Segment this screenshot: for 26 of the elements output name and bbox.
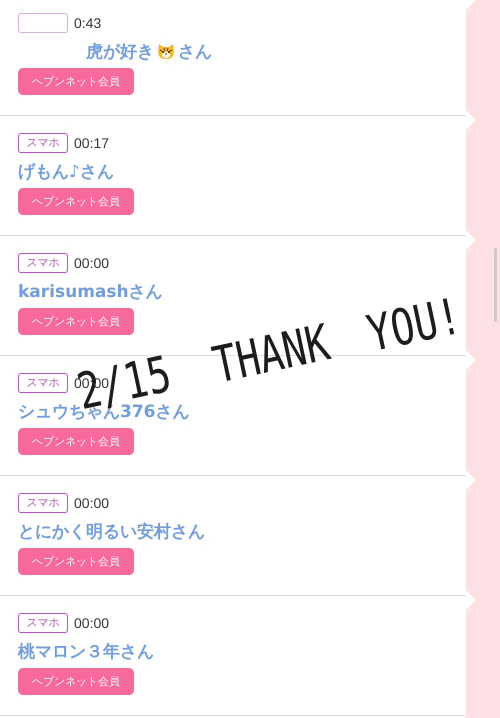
member-badge-button[interactable]: ヘブンネット会員 — [18, 428, 134, 455]
member-badge-button[interactable]: ヘブンネット会員 — [18, 548, 134, 575]
handwritten-word: YOU! — [364, 296, 464, 354]
visitor-name[interactable]: とにかく明るい安村さん — [18, 520, 205, 542]
member-badge-button[interactable]: ヘブンネット会員 — [18, 668, 134, 695]
device-tag: スマホ — [18, 613, 68, 633]
visit-time: 00:00 — [74, 495, 110, 511]
visit-time: 00:17 — [74, 135, 110, 151]
tag-outline — [18, 13, 68, 33]
device-tag: スマホ — [18, 253, 68, 273]
tiger-face-icon — [156, 41, 176, 61]
device-tag: スマホ — [18, 373, 68, 393]
visitor-name[interactable]: 桃マロン３年さん — [18, 640, 154, 662]
handwritten-word: THANK — [210, 323, 333, 385]
visit-time: 00:00 — [74, 615, 110, 631]
visitor-name[interactable]: 虎が好き — [86, 40, 154, 62]
visitor-name[interactable]: げもん♪さん — [18, 160, 114, 182]
visit-time: 00:00 — [74, 255, 110, 271]
device-tag: スマホ — [18, 493, 68, 513]
device-tag: スマホ — [18, 133, 68, 153]
visit-time: 0:43 — [74, 15, 102, 31]
member-badge-button[interactable]: ヘブンネット会員 — [18, 308, 134, 335]
honorific: さん — [178, 40, 212, 62]
member-badge-button[interactable]: ヘブンネット会員 — [18, 68, 134, 95]
visitor-name[interactable]: karisumashさん — [18, 280, 163, 302]
member-badge-button[interactable]: ヘブンネット会員 — [18, 188, 134, 215]
